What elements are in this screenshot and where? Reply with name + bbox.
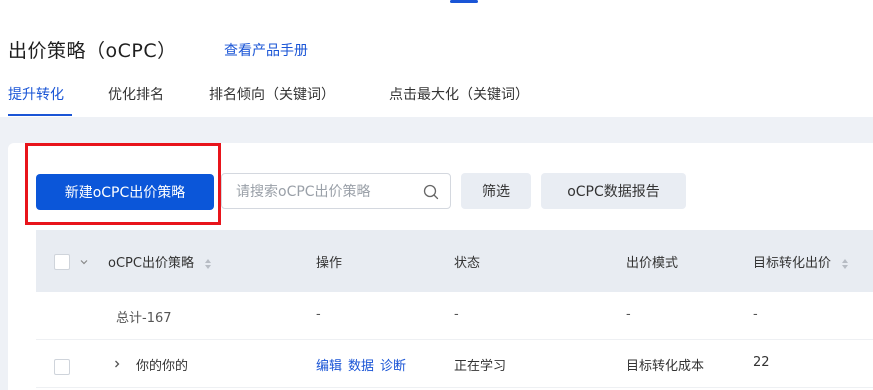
row-actions: 编辑 数据 诊断 [316,355,412,374]
data-link[interactable]: 数据 [348,359,374,374]
row-checkbox[interactable] [54,359,70,375]
tab-ranking-preference[interactable]: 排名倾向（关键词） [209,84,335,104]
total-bid: - [753,307,758,322]
total-status: - [454,307,459,322]
column-header-target-bid-label: 目标转化出价 [753,256,832,271]
select-all-checkbox[interactable] [54,254,70,270]
new-ocpc-strategy-button[interactable]: 新建oCPC出价策略 [36,174,214,210]
search-icon[interactable] [422,183,440,201]
status-text: 正在学习 [454,359,507,374]
total-label: 总计-167 [116,311,172,326]
active-tab-underline [8,114,72,116]
column-header-strategy-label: oCPC出价策略 [108,256,194,271]
bid-mode-text: 目标转化成本 [626,359,705,374]
scroll-indicator [450,0,478,3]
column-header-action: 操作 [316,256,343,271]
search-input[interactable] [236,182,416,202]
table-header: oCPC出价策略 操作 状态 出价模式 目标转化出价 [36,230,873,292]
target-bid-value: 22 [753,355,770,370]
diagnose-link[interactable]: 诊断 [380,359,406,374]
column-header-strategy[interactable]: oCPC出价策略 [108,252,212,271]
product-manual-link[interactable]: 查看产品手册 [224,40,308,60]
sort-icon[interactable] [841,258,849,270]
filter-button[interactable]: 筛选 [461,173,531,209]
total-mode: - [626,307,631,322]
ocpc-report-button[interactable]: oCPC数据报告 [541,173,686,209]
strategy-name[interactable]: 你的你的 [136,355,188,374]
search-field[interactable] [221,173,451,209]
chevron-down-icon[interactable] [79,257,89,267]
tab-maximize-clicks[interactable]: 点击最大化（关键词） [389,84,529,104]
total-action: - [316,307,321,322]
tab-optimize-ranking[interactable]: 优化排名 [108,84,164,104]
table-row: 你的你的 编辑 数据 诊断 正在学习 目标转化成本 22 [36,340,873,388]
chevron-right-icon[interactable] [112,359,122,369]
column-header-status: 状态 [454,256,481,271]
column-header-target-bid[interactable]: 目标转化出价 [753,252,849,271]
tab-improve-conversion[interactable]: 提升转化 [8,84,64,104]
table-total-row: 总计-167 - - - - [36,292,873,340]
sort-icon[interactable] [204,258,212,270]
page-title: 出价策略（oCPC） [8,40,177,62]
column-header-bid-mode: 出价模式 [626,256,679,271]
edit-link[interactable]: 编辑 [316,359,342,374]
